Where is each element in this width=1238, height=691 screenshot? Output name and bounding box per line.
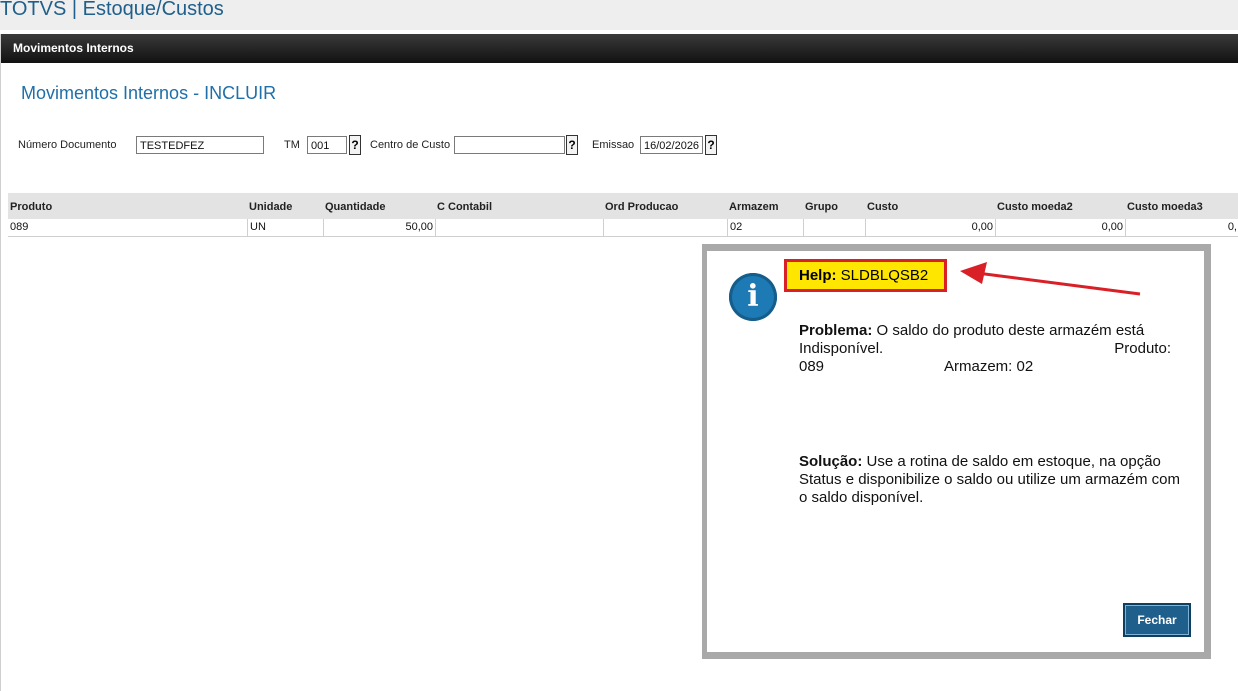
centro-custo-field[interactable]	[454, 136, 565, 154]
problem-armazem: Armazem: 02	[944, 358, 1034, 375]
cell-custo-moeda3[interactable]: 0,	[1126, 219, 1238, 236]
centro-custo-lookup-button[interactable]: ?	[566, 135, 578, 155]
col-header-produto[interactable]: Produto	[10, 201, 52, 213]
help-dialog	[707, 251, 1204, 652]
app-title: TOTVS | Estoque/Custos	[0, 0, 224, 20]
close-button[interactable]: Fechar	[1123, 603, 1191, 637]
help-code-label: Help: SLDBLQSB2	[784, 259, 947, 292]
solution-label: Solução:	[799, 453, 863, 470]
numero-documento-label: Número Documento	[18, 139, 117, 151]
problem-produto-label: Produto:	[1114, 340, 1171, 357]
app-header: TOTVS | Estoque/Custos	[0, 0, 1238, 30]
cell-custo-moeda2[interactable]: 0,00	[996, 219, 1126, 236]
cell-ord-producao[interactable]	[604, 219, 728, 236]
help-label: Help:	[799, 267, 837, 284]
cell-custo[interactable]: 0,00	[866, 219, 996, 236]
col-header-grupo[interactable]: Grupo	[805, 201, 838, 213]
col-header-armazem[interactable]: Armazem	[729, 201, 779, 213]
cell-c-contabil[interactable]	[436, 219, 604, 236]
col-header-ord-producao[interactable]: Ord Producao	[605, 201, 678, 213]
tm-label: TM	[284, 139, 300, 151]
col-header-custo[interactable]: Custo	[867, 201, 898, 213]
table-row[interactable]: 089 UN 50,00 02 0,00 0,00 0,	[8, 219, 1238, 237]
red-arrow-annotation	[960, 262, 1141, 296]
window-titlebar: Movimentos Internos	[1, 34, 1238, 63]
emissao-lookup-button[interactable]: ?	[705, 135, 717, 155]
help-code: SLDBLQSB2	[840, 267, 929, 284]
numero-documento-field[interactable]: TESTEDFEZ	[136, 136, 264, 154]
info-icon: i	[729, 273, 777, 321]
cell-produto[interactable]: 089	[8, 219, 248, 236]
solution-text: Solução: Use a rotina de saldo em estoqu…	[799, 453, 1191, 507]
window-title: Movimentos Internos	[13, 41, 134, 55]
emissao-label: Emissao	[592, 139, 635, 151]
grid-header: Produto Unidade Quantidade C Contabil Or…	[8, 193, 1238, 219]
problem-text: Problema: O saldo do produto deste armaz…	[799, 322, 1171, 376]
cell-grupo[interactable]	[804, 219, 866, 236]
centro-custo-label: Centro de Custo	[370, 139, 451, 151]
emissao-field[interactable]: 16/02/2026	[640, 136, 703, 154]
cell-unidade[interactable]: UN	[248, 219, 324, 236]
page-title: Movimentos Internos - INCLUIR	[21, 83, 277, 103]
col-header-custo-moeda2[interactable]: Custo moeda2	[997, 201, 1073, 213]
col-header-unidade[interactable]: Unidade	[249, 201, 292, 213]
col-header-custo-moeda3[interactable]: Custo moeda3	[1127, 201, 1203, 213]
cell-quantidade[interactable]: 50,00	[324, 219, 436, 236]
col-header-c-contabil[interactable]: C Contabil	[437, 201, 492, 213]
problem-produto-value: 089	[799, 358, 825, 375]
problem-label: Problema:	[799, 322, 873, 339]
problem-description: O saldo do produto deste armazém está	[876, 322, 1145, 339]
cell-armazem[interactable]: 02	[728, 219, 804, 236]
tm-lookup-button[interactable]: ?	[349, 135, 361, 155]
tm-field[interactable]: 001	[307, 136, 347, 154]
col-header-quantidade[interactable]: Quantidade	[325, 201, 386, 213]
problem-status: Indisponível.	[799, 340, 884, 357]
